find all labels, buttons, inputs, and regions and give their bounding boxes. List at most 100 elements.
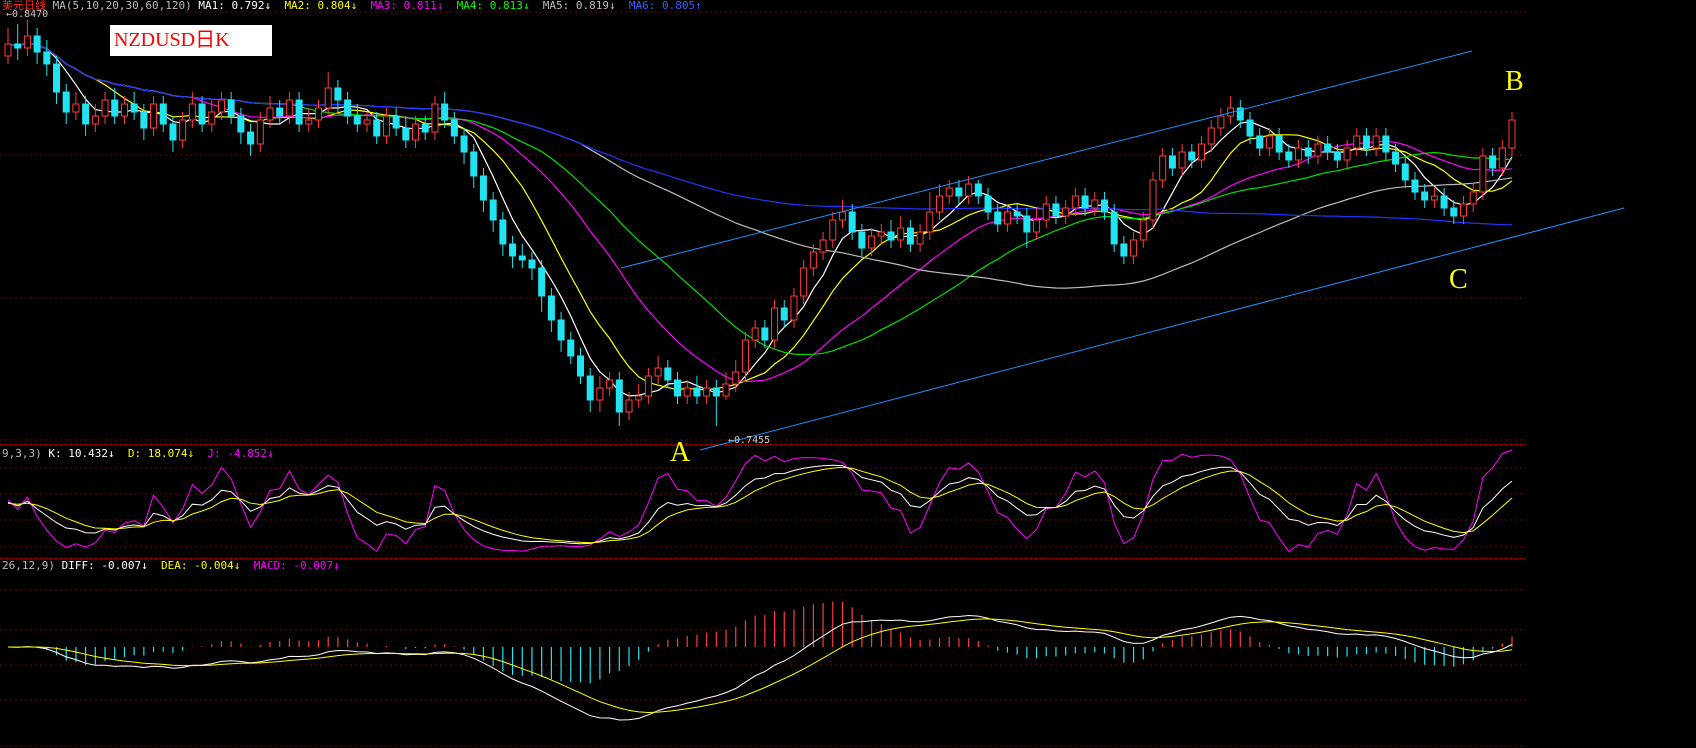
bear-candle	[479, 168, 487, 212]
bull-candle	[868, 228, 876, 256]
candle-body	[14, 43, 22, 49]
candle-body	[693, 387, 701, 397]
bull-candle	[926, 192, 934, 240]
candle-body	[198, 103, 206, 125]
bull-candle	[732, 360, 740, 392]
candle-body	[1062, 207, 1070, 217]
candle-body	[1207, 127, 1215, 145]
candle-body	[1295, 147, 1303, 161]
macd-panel	[7, 601, 1513, 721]
candle-body	[712, 387, 720, 397]
candle-body	[1110, 211, 1118, 245]
macd-params: 26,12,9)	[2, 559, 55, 572]
bear-candle	[693, 376, 701, 404]
bear-candle	[1168, 148, 1176, 176]
bull-candle	[1091, 192, 1099, 216]
candle-body	[489, 199, 497, 221]
candle-body	[1003, 211, 1011, 225]
candle-body	[1304, 147, 1312, 157]
bear-candle	[392, 108, 400, 136]
candle-body	[1013, 211, 1021, 217]
candle-body	[1382, 135, 1390, 153]
candle-body	[1052, 203, 1060, 217]
bear-candle	[1421, 184, 1429, 208]
macd-diff-value: DIFF: -0.007↓	[61, 559, 148, 572]
candle-body	[1091, 199, 1099, 209]
bear-candle	[1324, 136, 1332, 160]
bull-candle	[606, 372, 614, 396]
bear-candle	[509, 236, 517, 268]
bear-candle	[344, 92, 352, 124]
candle-body	[382, 115, 390, 137]
candle-body	[1275, 135, 1283, 153]
candle-body	[538, 267, 546, 297]
candle-body	[43, 51, 51, 65]
ma-legend: 美元日线 MA(5,10,20,30,60,120) MA1: 0.792↓, …	[2, 0, 702, 12]
bear-candle	[984, 188, 992, 220]
bull-candle	[1227, 96, 1235, 124]
bull-candle	[1062, 200, 1070, 224]
candle-body	[1178, 151, 1186, 169]
candle-body	[1033, 219, 1041, 233]
bear-candle	[576, 348, 584, 384]
candle-body	[1411, 179, 1419, 193]
bull-candle	[1178, 144, 1186, 176]
bull-candle	[1042, 196, 1050, 228]
bear-candle	[1285, 144, 1293, 168]
candle-body	[159, 103, 167, 125]
candle-body	[314, 107, 323, 121]
bear-candle	[557, 312, 565, 352]
candle-body	[334, 87, 342, 101]
bull-candle	[800, 260, 808, 304]
candle-body	[1071, 195, 1079, 209]
ma1-value: MA1: 0.792↓	[198, 0, 272, 12]
bull-candle	[703, 380, 711, 404]
bull-candle	[431, 96, 439, 140]
moving-average-lines	[7, 42, 1513, 397]
bull-candle	[1207, 120, 1215, 152]
low-price-label: ←0.7455	[728, 435, 771, 446]
candle-body	[1421, 191, 1429, 201]
bull-candle	[72, 92, 80, 120]
bear-candle	[1450, 200, 1458, 224]
bear-candle	[14, 24, 22, 60]
bear-candle	[906, 220, 914, 252]
kdj-k-line	[7, 464, 1513, 545]
bear-candle	[53, 56, 61, 104]
bear-candle	[130, 92, 138, 120]
macd-hist-value: MACD: -0.007↓	[253, 559, 340, 572]
bear-candle	[1333, 144, 1341, 168]
point-c-label: C	[1449, 264, 1468, 295]
bear-candle	[1013, 204, 1021, 224]
bear-candle	[1362, 128, 1370, 156]
bear-candle	[489, 192, 497, 232]
candle-body	[557, 319, 565, 341]
candle-body	[751, 327, 759, 341]
candle-body	[188, 103, 196, 121]
bear-candle	[887, 220, 895, 248]
candle-body	[72, 103, 80, 113]
bear-candle	[518, 244, 526, 268]
candle-body	[4, 43, 12, 57]
candle-body	[586, 375, 594, 401]
candle-body	[247, 131, 255, 145]
bull-candle	[256, 112, 264, 152]
bear-candle	[547, 288, 555, 332]
ma30-line	[7, 42, 1513, 356]
bull-candle	[150, 96, 158, 136]
ma6-value: MA6: 0.805↑	[628, 0, 702, 12]
bear-candle	[247, 124, 255, 156]
candle-body	[1042, 203, 1050, 221]
candle-body	[567, 339, 575, 357]
point-a-label: A	[670, 437, 691, 468]
candle-body	[1459, 203, 1467, 217]
bull-candle	[838, 200, 846, 228]
candle-body	[848, 211, 856, 233]
bear-candle	[955, 180, 963, 204]
macd-diff-line	[7, 614, 1513, 721]
bear-candle	[1401, 156, 1409, 188]
candle-body	[140, 111, 148, 129]
candle-body	[1401, 163, 1409, 181]
candle-body	[838, 211, 846, 221]
high-price-value: 0.8470	[12, 9, 49, 20]
